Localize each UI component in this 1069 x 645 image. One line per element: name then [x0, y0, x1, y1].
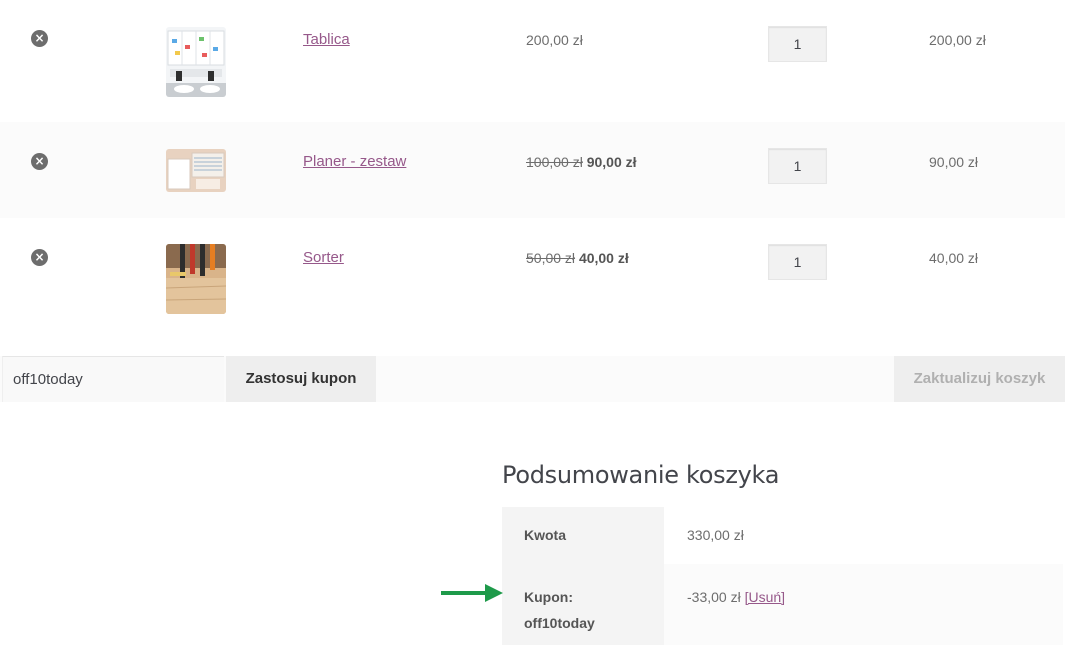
totals-subtotal-row: Kwota 330,00 zł	[502, 507, 1063, 564]
product-thumbnail-sorter[interactable]	[166, 244, 226, 314]
totals-subtotal-value: 330,00 zł	[687, 527, 744, 543]
quantity-input[interactable]: 1	[768, 148, 827, 184]
cart-row-planer: × Planer - zestaw 100,00 zł 90,00 zł 1 9…	[0, 122, 1065, 218]
coupon-label-code: off10today	[524, 615, 595, 631]
product-link-sorter[interactable]: Sorter	[303, 249, 344, 266]
whiteboard-image-icon	[166, 27, 226, 97]
price-old: 100,00 zł	[526, 154, 583, 170]
coupon-discount-amount: -33,00 zł	[687, 589, 741, 605]
coupon-code-input[interactable]: off10today	[2, 356, 224, 402]
price-regular: 200,00 zł	[526, 32, 583, 48]
price-sale: 90,00 zł	[586, 154, 637, 170]
wooden-sorter-image-icon	[166, 244, 226, 314]
totals-coupon-row: Kupon: off10today -33,00 zł [Usuń]	[502, 564, 1063, 645]
apply-coupon-button[interactable]: Zastosuj kupon	[226, 356, 376, 402]
product-price: 200,00 zł	[526, 32, 583, 48]
remove-item-icon[interactable]: ×	[31, 249, 48, 266]
product-subtotal: 40,00 zł	[929, 250, 979, 266]
product-thumbnail-tablica[interactable]	[166, 27, 226, 97]
price-old: 50,00 zł	[526, 250, 576, 266]
product-subtotal: 90,00 zł	[929, 154, 979, 170]
planner-image-icon	[166, 149, 226, 192]
cart-totals-title: Podsumowanie koszyka	[502, 461, 780, 489]
product-link-tablica[interactable]: Tablica	[303, 31, 350, 48]
coupon-label-prefix: Kupon:	[524, 589, 573, 605]
remove-coupon-link[interactable]: [Usuń]	[745, 589, 785, 605]
product-price: 50,00 zł 40,00 zł	[526, 250, 629, 266]
cart-row-sorter: × Sorter 50,00 zł 40,00 zł 1 40,00 zł	[0, 218, 1065, 356]
cart-actions: off10today Zastosuj kupon Zaktualizuj ko…	[0, 356, 1065, 402]
quantity-input[interactable]: 1	[768, 26, 827, 62]
remove-item-icon[interactable]: ×	[31, 153, 48, 170]
totals-coupon-label: Kupon: off10today	[502, 564, 664, 645]
quantity-input[interactable]: 1	[768, 244, 827, 280]
product-thumbnail-planer[interactable]	[166, 149, 226, 192]
annotation-arrow-icon	[441, 584, 503, 602]
cart-totals-table: Kwota 330,00 zł Kupon: off10today -33,00…	[502, 507, 1063, 645]
cart-row-tablica: × Tablica 200,00 zł 1 200,00 zł	[0, 0, 1065, 122]
price-sale: 40,00 zł	[578, 250, 629, 266]
totals-subtotal-label: Kwota	[502, 507, 664, 564]
product-price: 100,00 zł 90,00 zł	[526, 154, 637, 170]
totals-coupon-value: -33,00 zł [Usuń]	[664, 564, 1063, 645]
update-cart-button[interactable]: Zaktualizuj koszyk	[894, 356, 1065, 402]
product-link-planer[interactable]: Planer - zestaw	[303, 153, 406, 170]
product-subtotal: 200,00 zł	[929, 32, 986, 48]
remove-item-icon[interactable]: ×	[31, 30, 48, 47]
